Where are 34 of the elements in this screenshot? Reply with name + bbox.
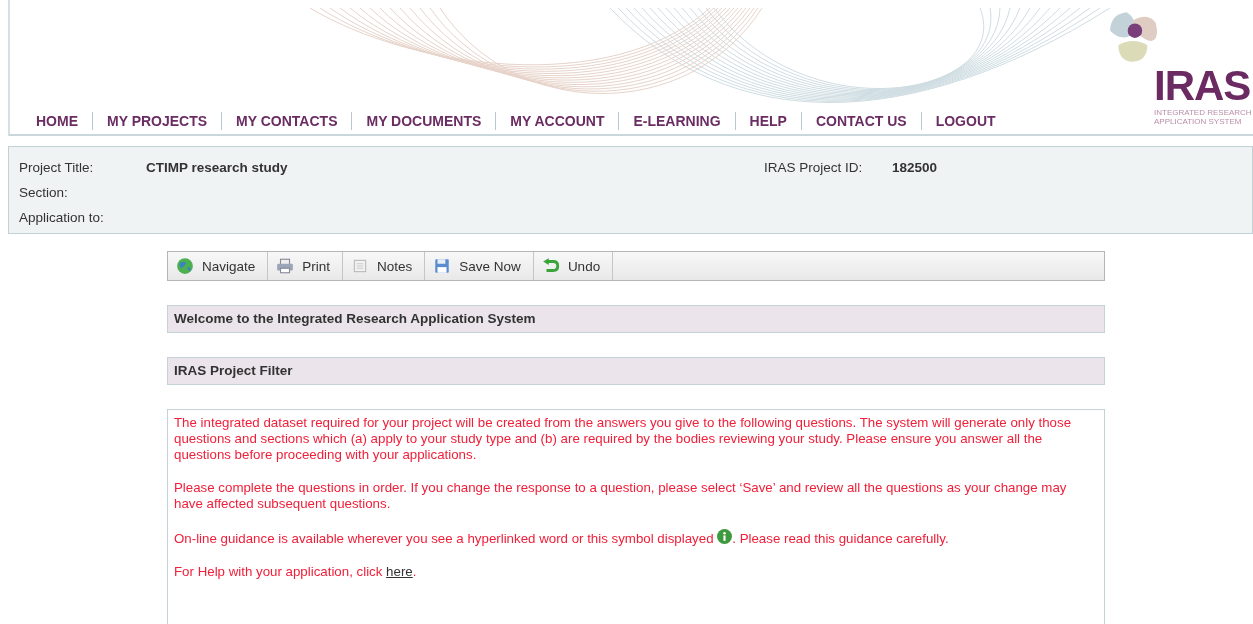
nav-link[interactable]: MY CONTACTS [221, 112, 352, 130]
undo-arrow-icon [541, 257, 560, 275]
notice-paragraph: For Help with your application, click here. [174, 564, 418, 580]
toolbar-button[interactable]: Print [268, 252, 344, 280]
nav-link[interactable]: MY DOCUMENTS [351, 112, 496, 130]
notice-paragraph: Please complete the questions in order. If you change the response to a question, please select ‘Save’ and review all the questions as your change may have affected subsequent questions. [174, 480, 1068, 512]
globe-icon [176, 257, 194, 275]
section-header: IRAS Project Filter [167, 357, 1105, 385]
section-header: Welcome to the Integrated Research Application System [167, 305, 1105, 333]
notice-paragraph: On-line guidance is available wherever you see a hyperlinked word or this symbol displayed . Please read this guidance carefully. [174, 529, 950, 547]
toolbar-button[interactable]: Save Now [425, 252, 534, 280]
project-id: 182500 [892, 160, 938, 175]
notice-paragraph: The integrated dataset required for your project will be created from the answers you give to the following questions. The system will generate only those questions and sections which (a) apply to your study type and (b) are required by the bodies reviewing your study. Please ensure you answer all the questions before proceeding with your applications. [174, 415, 1073, 463]
nav-link[interactable]: MY ACCOUNT [495, 112, 619, 130]
nav-link[interactable]: CONTACT US [800, 112, 921, 130]
logo-subtitle: INTEGRATED RESEARCH [1154, 108, 1252, 117]
logo-subtitle: APPLICATION SYSTEM [1154, 117, 1243, 126]
field-label: Section: [19, 185, 69, 200]
nav-link[interactable]: E-LEARNING [618, 112, 735, 130]
printer-icon [276, 257, 295, 275]
nav-link[interactable]: HELP [734, 112, 801, 130]
info-icon [717, 529, 733, 544]
logo-text: IRAS [1154, 64, 1251, 108]
toolbar-button[interactable]: Navigate [168, 252, 269, 280]
nav-link[interactable]: LOGOUT [920, 112, 1010, 130]
project-title: CTIMP research study [146, 160, 289, 175]
toolbar-button[interactable]: Undo [533, 252, 614, 280]
field-label: Project Title: [19, 160, 95, 175]
nav-link[interactable]: MY PROJECTS [92, 112, 222, 130]
here-link[interactable]: here [386, 564, 413, 579]
nav-link[interactable]: HOME [22, 112, 92, 130]
toolbar-button[interactable]: Notes [343, 252, 426, 280]
field-label: IRAS Project ID: [764, 160, 864, 175]
field-label: Application to: [19, 210, 105, 225]
